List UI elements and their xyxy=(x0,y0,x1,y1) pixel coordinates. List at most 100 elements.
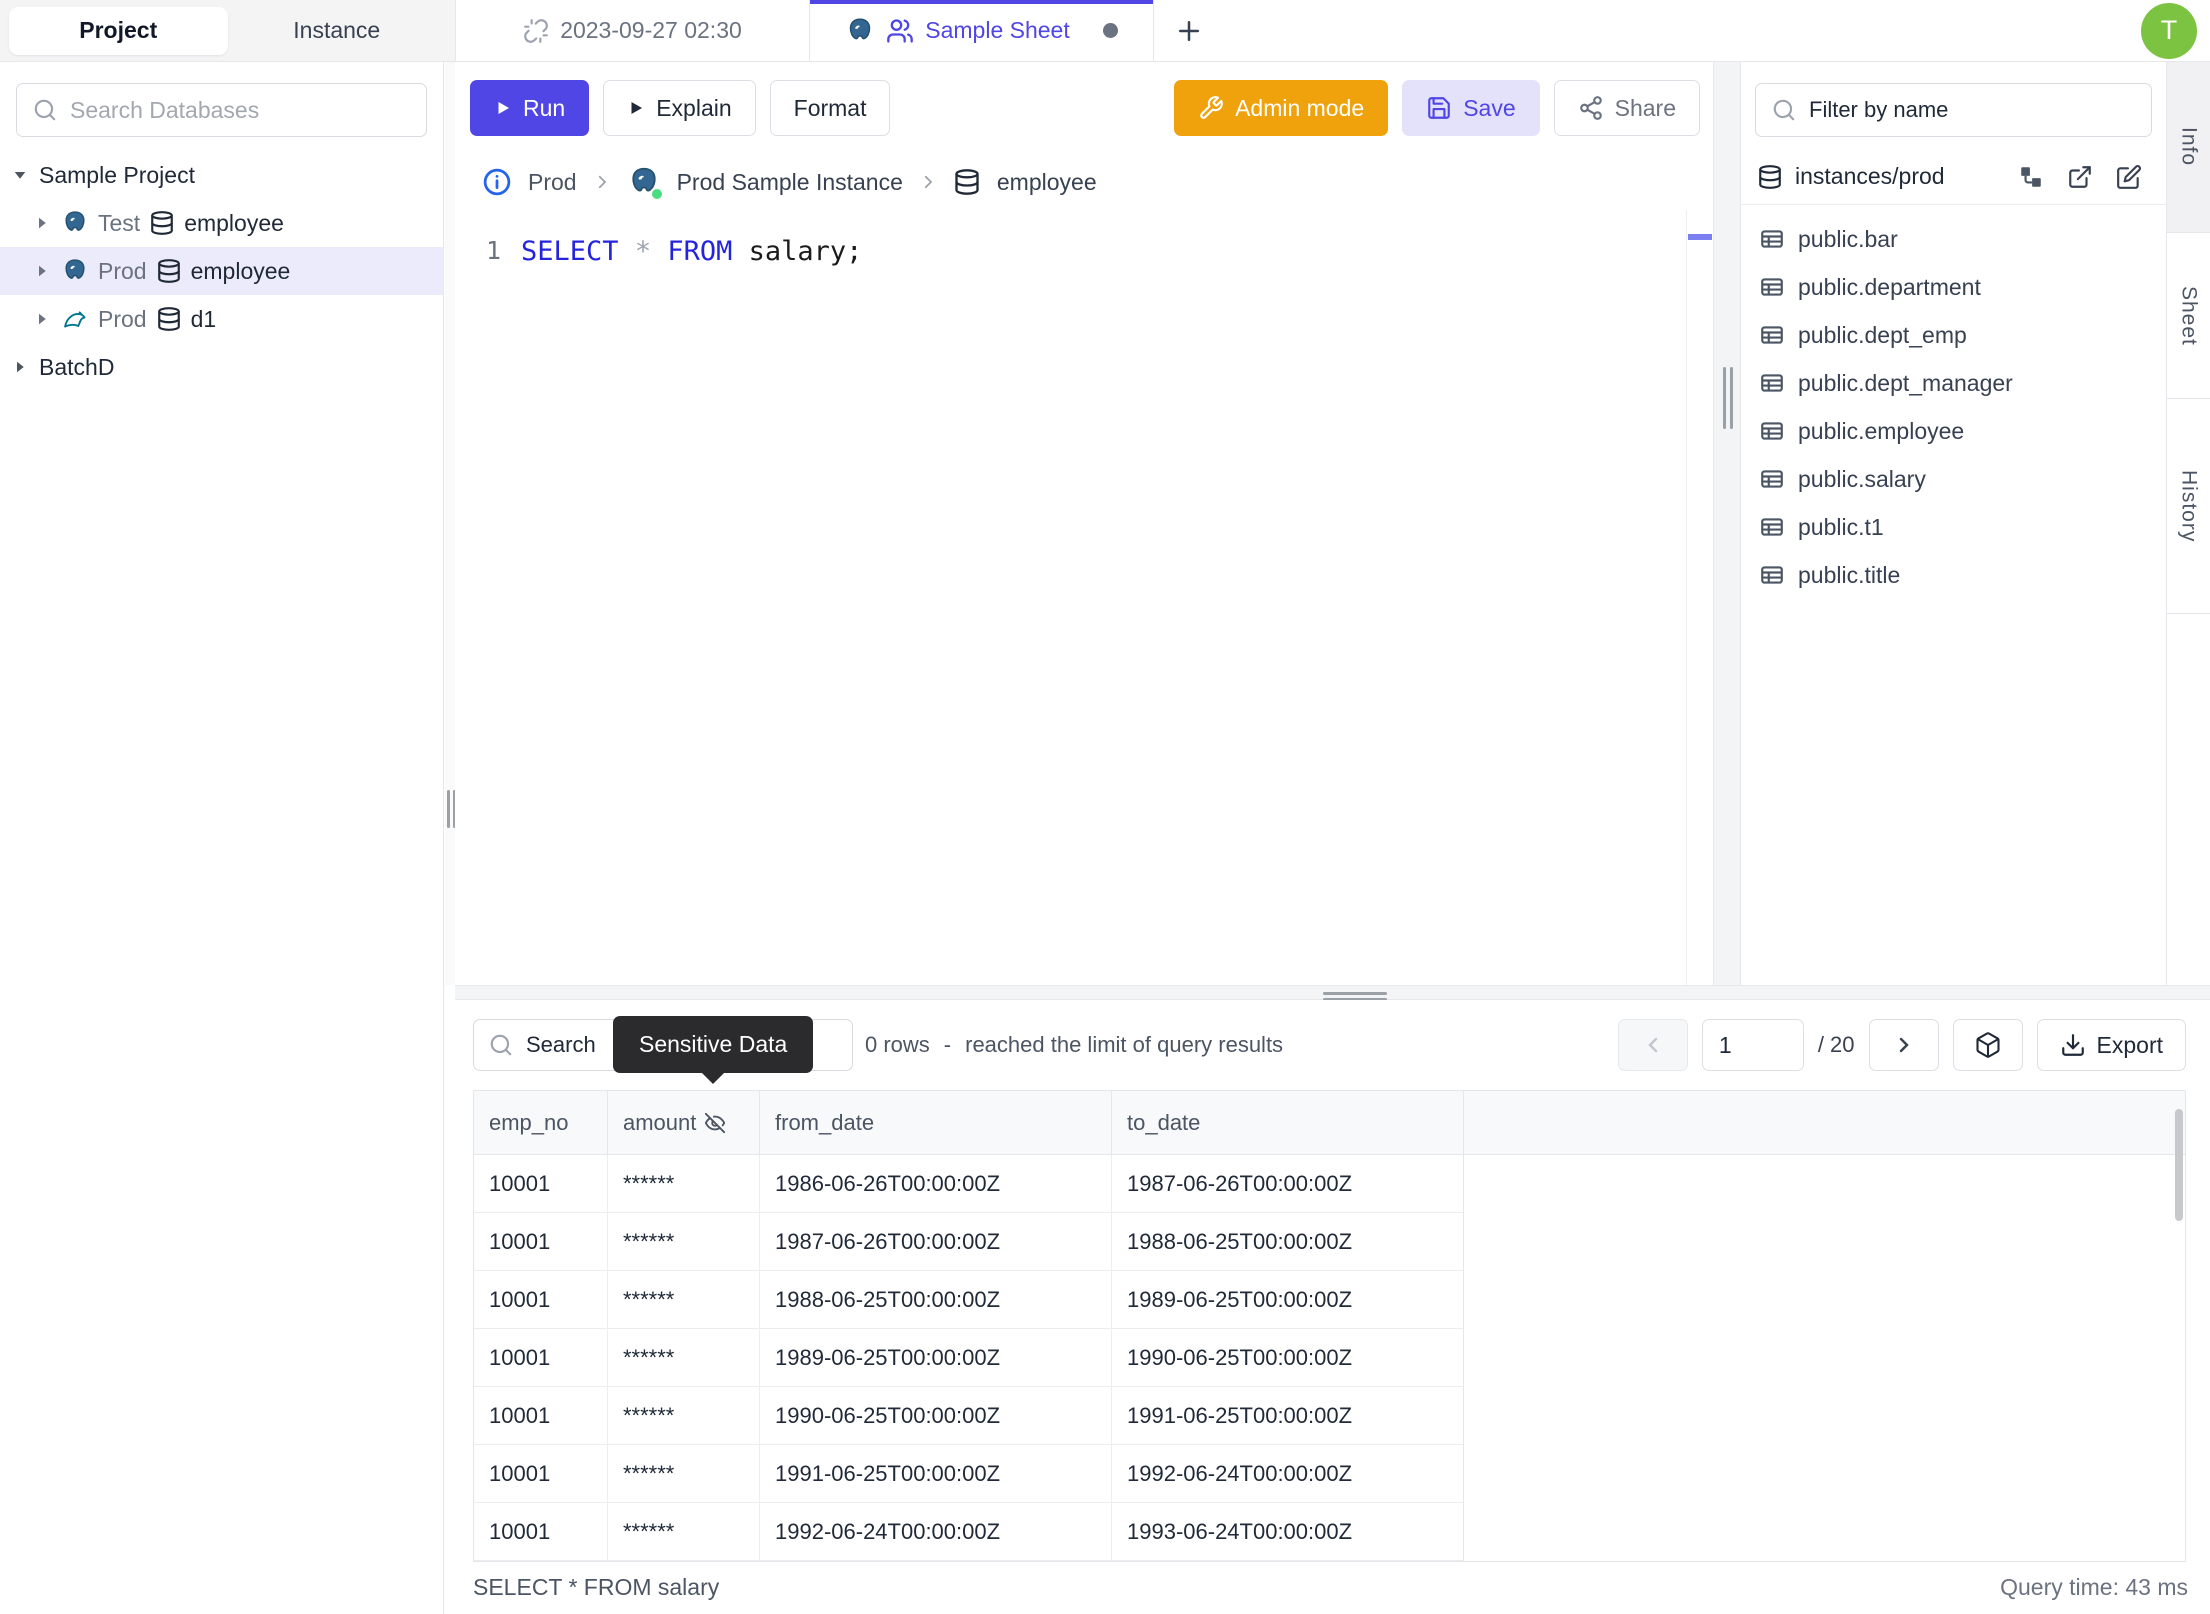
chevron-right-icon xyxy=(598,175,606,189)
tree-item-sample-project[interactable]: Sample Project xyxy=(0,151,443,199)
table-cell[interactable]: 1988-06-25T00:00:00Z xyxy=(760,1271,1112,1329)
table-cell[interactable]: 10001 xyxy=(474,1213,608,1271)
table-cell[interactable]: 1989-06-25T00:00:00Z xyxy=(760,1329,1112,1387)
eye-off-icon[interactable] xyxy=(704,1112,726,1134)
table-row[interactable]: 10001 ****** 1988-06-25T00:00:00Z 1989-06-2… xyxy=(474,1271,2185,1329)
schema-diagram-icon[interactable] xyxy=(2018,164,2044,190)
column-header[interactable]: to_date xyxy=(1112,1091,1464,1154)
avatar[interactable]: T xyxy=(2141,2,2197,59)
table-cell[interactable]: 1991-06-25T00:00:00Z xyxy=(760,1445,1112,1503)
admin-mode-button[interactable]: Admin mode xyxy=(1174,80,1389,136)
breadcrumb-env[interactable]: Prod xyxy=(528,169,577,196)
table-list-item[interactable]: public.title xyxy=(1749,551,2158,599)
external-link-icon[interactable] xyxy=(2067,164,2093,190)
table-cell[interactable]: 1987-06-26T00:00:00Z xyxy=(1112,1155,1464,1213)
code-editor[interactable]: 1 SELECT * FROM salary; xyxy=(455,210,1740,985)
info-icon[interactable] xyxy=(482,167,512,197)
table-cell[interactable]: 1992-06-24T00:00:00Z xyxy=(1112,1445,1464,1503)
table-cell[interactable]: 10001 xyxy=(474,1271,608,1329)
column-header[interactable]: from_date xyxy=(760,1091,1112,1154)
table-list-item[interactable]: public.department xyxy=(1749,263,2158,311)
database-path: instances/prod xyxy=(1795,163,1945,189)
table-cell[interactable]: 1993-06-24T00:00:00Z xyxy=(1112,1503,1464,1561)
export-button[interactable]: Export xyxy=(2036,1019,2186,1071)
tab-history[interactable]: History xyxy=(2167,399,2210,614)
result-options-button[interactable] xyxy=(1952,1019,2023,1071)
format-button[interactable]: Format xyxy=(769,80,891,136)
table-row[interactable]: 10001 ****** 1986-06-26T00:00:00Z 1987-06-2… xyxy=(474,1155,2185,1213)
breadcrumb-instance[interactable]: Prod Sample Instance xyxy=(677,169,903,196)
prev-page-button[interactable] xyxy=(1617,1019,1688,1071)
table-list-item[interactable]: public.dept_manager xyxy=(1749,359,2158,407)
page-input[interactable] xyxy=(1701,1019,1804,1071)
next-page-button[interactable] xyxy=(1868,1019,1939,1071)
table-row[interactable]: 10001 ****** 1989-06-25T00:00:00Z 1990-06-2… xyxy=(474,1329,2185,1387)
table-cell[interactable]: ****** xyxy=(608,1329,760,1387)
table-cell[interactable]: 1990-06-25T00:00:00Z xyxy=(1112,1329,1464,1387)
table-list-item[interactable]: public.bar xyxy=(1749,215,2158,263)
caret-right-icon[interactable] xyxy=(32,310,52,328)
table-row[interactable]: 10001 ****** 1992-06-24T00:00:00Z 1993-06-2… xyxy=(474,1503,2185,1561)
tab-sheet[interactable]: Sheet xyxy=(2167,233,2210,399)
database-cylinder-icon xyxy=(157,259,180,283)
table-cell[interactable]: 10001 xyxy=(474,1329,608,1387)
caret-down-icon[interactable] xyxy=(10,166,30,184)
table-cell[interactable]: ****** xyxy=(608,1213,760,1271)
table-cell[interactable]: 1987-06-26T00:00:00Z xyxy=(760,1213,1112,1271)
save-button[interactable]: Save xyxy=(1402,80,1540,136)
table-cell[interactable]: 10001 xyxy=(474,1387,608,1445)
table-cell[interactable]: 10001 xyxy=(474,1503,608,1561)
column-header-masked[interactable]: amount xyxy=(608,1091,760,1154)
table-list-item[interactable]: public.salary xyxy=(1749,455,2158,503)
table-cell[interactable]: 1992-06-24T00:00:00Z xyxy=(760,1503,1112,1561)
table-cell[interactable]: 10001 xyxy=(474,1445,608,1503)
database-search-input[interactable]: Search Databases xyxy=(16,83,427,137)
share-button[interactable]: Share xyxy=(1553,80,1700,136)
tree-item-test-employee[interactable]: Test employee xyxy=(0,199,443,247)
caret-right-icon[interactable] xyxy=(32,214,52,232)
edit-icon[interactable] xyxy=(2116,164,2142,190)
table-list-item[interactable]: public.t1 xyxy=(1749,503,2158,551)
sql-statement[interactable]: SELECT * FROM salary; xyxy=(521,236,862,267)
left-splitter[interactable] xyxy=(445,62,456,985)
table-cell[interactable]: ****** xyxy=(608,1271,760,1329)
table-row[interactable]: 10001 ****** 1990-06-25T00:00:00Z 1991-06-2… xyxy=(474,1387,2185,1445)
right-splitter[interactable] xyxy=(1713,62,1740,985)
table-list-item[interactable]: public.employee xyxy=(1749,407,2158,455)
table-cell[interactable]: 1991-06-25T00:00:00Z xyxy=(1112,1387,1464,1445)
tree-item-prod-d1[interactable]: Prod d1 xyxy=(0,295,443,343)
tab-project[interactable]: Project xyxy=(9,6,228,55)
table-cell[interactable]: ****** xyxy=(608,1503,760,1561)
tab-instance[interactable]: Instance xyxy=(228,7,447,55)
results-splitter[interactable] xyxy=(455,985,2210,1001)
schema-sidebar: Filter by name instances/prod public.bar… xyxy=(1740,62,2166,985)
tree-item-prod-employee[interactable]: Prod employee xyxy=(0,247,443,295)
table-list-item[interactable]: public.dept_emp xyxy=(1749,311,2158,359)
new-tab-button[interactable] xyxy=(1154,0,1224,61)
tab-info[interactable]: Info xyxy=(2167,62,2210,233)
table-name: public.dept_manager xyxy=(1798,369,2013,396)
explain-button[interactable]: Explain xyxy=(603,80,756,136)
table-cell[interactable]: ****** xyxy=(608,1387,760,1445)
table-cell[interactable]: 1989-06-25T00:00:00Z xyxy=(1112,1271,1464,1329)
table-row[interactable]: 10001 ****** 1987-06-26T00:00:00Z 1988-06-2… xyxy=(474,1213,2185,1271)
vertical-scrollbar[interactable] xyxy=(2175,1109,2183,1221)
breadcrumb-database[interactable]: employee xyxy=(997,169,1097,196)
filter-input[interactable]: Filter by name xyxy=(1755,83,2152,137)
tab-sample-sheet[interactable]: Sample Sheet xyxy=(810,0,1154,61)
table-cell[interactable]: 10001 xyxy=(474,1155,608,1213)
tab-adhoc-sheet[interactable]: 2023-09-27 02:30 xyxy=(455,0,810,61)
editor-minimap[interactable] xyxy=(1686,210,1713,985)
run-button[interactable]: Run xyxy=(470,80,590,136)
caret-right-icon[interactable] xyxy=(32,262,52,280)
table-cell[interactable]: 1988-06-25T00:00:00Z xyxy=(1112,1213,1464,1271)
table-cell[interactable]: ****** xyxy=(608,1445,760,1503)
table-row[interactable]: 10001 ****** 1991-06-25T00:00:00Z 1992-06-2… xyxy=(474,1445,2185,1503)
table-cell[interactable]: 1986-06-26T00:00:00Z xyxy=(760,1155,1112,1213)
breadcrumb: Prod Prod Sample Instance employee xyxy=(455,154,1740,210)
table-cell[interactable]: 1990-06-25T00:00:00Z xyxy=(760,1387,1112,1445)
column-header[interactable]: emp_no xyxy=(474,1091,608,1154)
caret-right-icon[interactable] xyxy=(10,358,30,376)
tree-item-batchd[interactable]: BatchD xyxy=(0,343,443,391)
table-cell[interactable]: ****** xyxy=(608,1155,760,1213)
